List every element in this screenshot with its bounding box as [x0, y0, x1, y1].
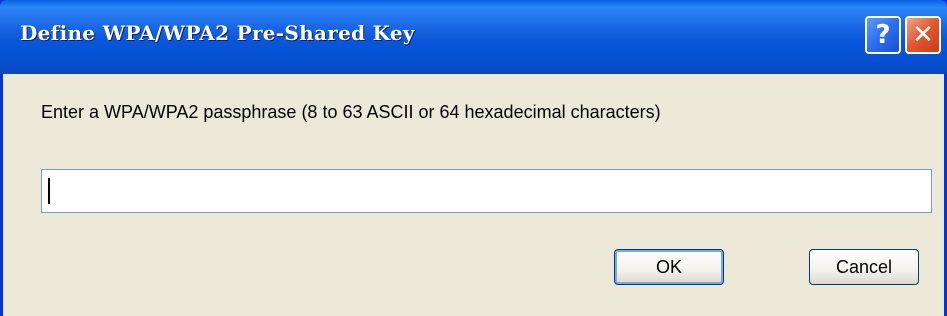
passphrase-input[interactable]: [41, 169, 932, 213]
close-button[interactable]: ✕: [905, 16, 941, 54]
ok-button-label: OK: [655, 256, 682, 277]
help-button[interactable]: ?: [865, 16, 901, 54]
cancel-button[interactable]: Cancel: [809, 249, 919, 285]
text-caret: [48, 178, 50, 204]
passphrase-prompt: Enter a WPA/WPA2 passphrase (8 to 63 ASC…: [41, 102, 661, 122]
title-bar[interactable]: Define WPA/WPA2 Pre-Shared Key ? ✕: [0, 0, 947, 74]
cancel-button-label: Cancel: [835, 256, 893, 277]
help-icon: ?: [875, 20, 891, 50]
dialog-body: Enter a WPA/WPA2 passphrase (8 to 63 ASC…: [3, 74, 944, 316]
ok-button[interactable]: OK: [614, 249, 724, 285]
dialog-window: Define WPA/WPA2 Pre-Shared Key ? ✕ Enter…: [0, 0, 947, 316]
window-title: Define WPA/WPA2 Pre-Shared Key: [20, 21, 415, 45]
close-icon: ✕: [912, 20, 934, 50]
